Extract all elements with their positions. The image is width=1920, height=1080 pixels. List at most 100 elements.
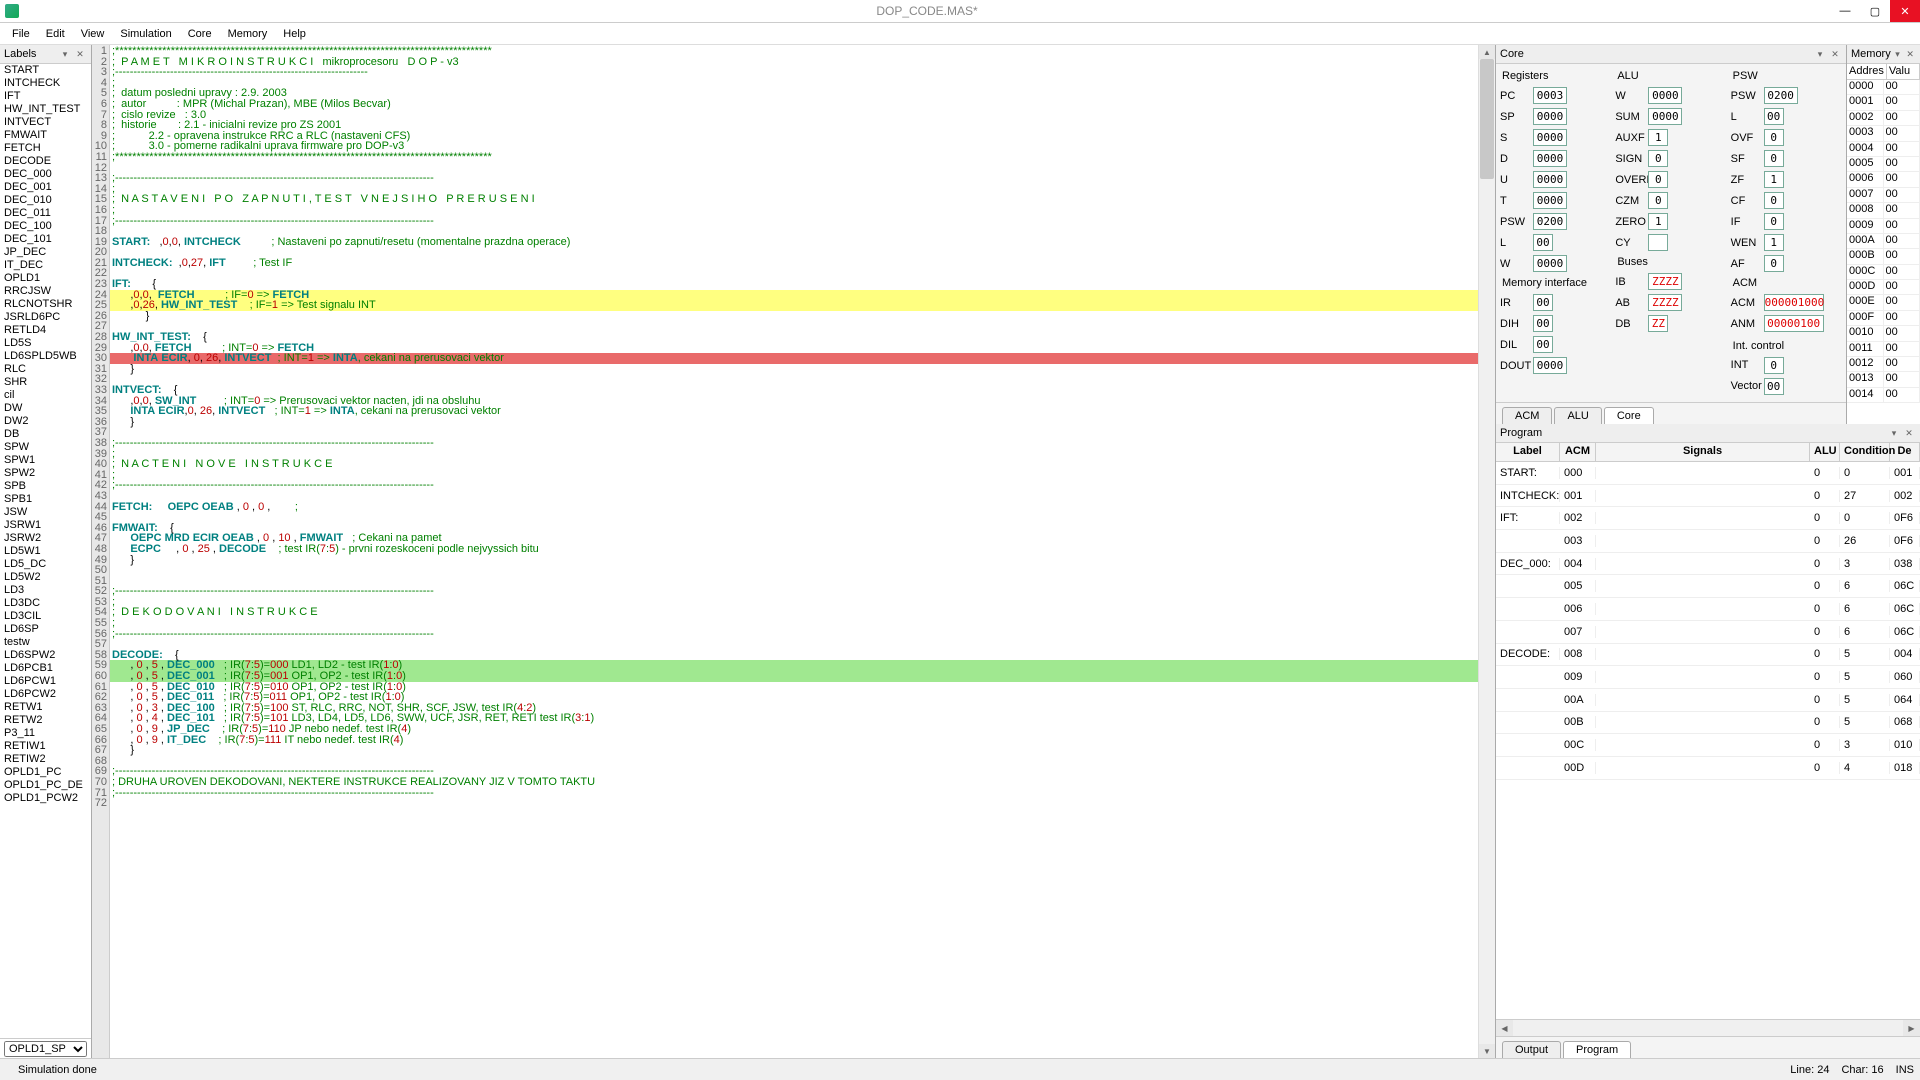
label-item[interactable]: OPLD1 [0, 272, 91, 285]
program-row[interactable]: DEC_000:00403038 [1496, 553, 1920, 576]
prog-tab-output[interactable]: Output [1502, 1041, 1561, 1058]
label-item[interactable]: FMWAIT [0, 129, 91, 142]
prog-close-icon[interactable]: ✕ [1902, 426, 1916, 440]
reg-value[interactable]: 0000 [1533, 150, 1567, 167]
memory-row[interactable]: 000E00 [1847, 295, 1920, 310]
code-line[interactable]: } [110, 364, 1478, 375]
label-item[interactable]: OPLD1_PC [0, 766, 91, 779]
label-item[interactable]: LD3 [0, 584, 91, 597]
program-row[interactable]: 00C03010 [1496, 734, 1920, 757]
code-line[interactable] [110, 798, 1478, 809]
reg-value[interactable]: 00 [1533, 336, 1553, 353]
label-item[interactable]: START [0, 64, 91, 77]
reg-value[interactable]: 00 [1533, 294, 1553, 311]
code-line[interactable]: } [110, 311, 1478, 322]
col-acm[interactable]: ACM [1560, 443, 1596, 461]
reg-value[interactable]: 00000100 [1764, 315, 1824, 332]
label-item[interactable]: DW [0, 402, 91, 415]
memory-row[interactable]: 001100 [1847, 342, 1920, 357]
reg-value[interactable]: 0000 [1533, 171, 1567, 188]
memory-row[interactable]: 000400 [1847, 142, 1920, 157]
program-row[interactable]: 0060606C [1496, 598, 1920, 621]
reg-value[interactable]: ZZZZ [1648, 294, 1682, 311]
memory-row[interactable]: 000200 [1847, 111, 1920, 126]
reg-value[interactable]: 0000 [1533, 129, 1567, 146]
core-tab-core[interactable]: Core [1604, 407, 1654, 424]
reg-value[interactable]: 0200 [1533, 213, 1567, 230]
label-item[interactable]: DEC_100 [0, 220, 91, 233]
reg-value[interactable]: 0 [1648, 192, 1668, 209]
code-line[interactable] [110, 374, 1478, 385]
code-line[interactable]: } [110, 555, 1478, 566]
program-row[interactable]: 00B05068 [1496, 712, 1920, 735]
memory-row[interactable]: 000800 [1847, 203, 1920, 218]
code-line[interactable] [110, 247, 1478, 258]
program-row[interactable]: 0050606C [1496, 575, 1920, 598]
scroll-thumb[interactable] [1480, 59, 1494, 179]
label-item[interactable]: FETCH [0, 142, 91, 155]
label-item[interactable]: RLC [0, 363, 91, 376]
label-item[interactable]: testw [0, 636, 91, 649]
label-item[interactable]: LD6SPLD5WB [0, 350, 91, 363]
scroll-right-icon[interactable]: ▶ [1903, 1020, 1920, 1036]
code-line[interactable]: ;---------------------------------------… [110, 480, 1478, 491]
label-item[interactable]: SPB1 [0, 493, 91, 506]
label-item[interactable]: INTCHECK [0, 77, 91, 90]
core-tab-acm[interactable]: ACM [1502, 407, 1552, 424]
program-table[interactable]: START:00000001INTCHECK:001027002IFT:0020… [1496, 462, 1920, 1019]
minimize-button[interactable]: — [1830, 0, 1860, 22]
label-item[interactable]: RETIW2 [0, 753, 91, 766]
program-row[interactable]: 00D04018 [1496, 757, 1920, 780]
editor-scrollbar[interactable]: ▲ ▼ [1478, 45, 1495, 1058]
label-item[interactable]: LD5S [0, 337, 91, 350]
reg-value[interactable]: 00 [1764, 378, 1784, 395]
label-item[interactable]: JP_DEC [0, 246, 91, 259]
label-item[interactable]: LD3CIL [0, 610, 91, 623]
label-item[interactable]: DEC_011 [0, 207, 91, 220]
label-item[interactable]: LD6SPW2 [0, 649, 91, 662]
mem-close-icon[interactable]: ✕ [1904, 47, 1916, 61]
label-item[interactable]: P3_11 [0, 727, 91, 740]
code-line[interactable]: INTA ECIR, 0, 26, INTVECT ; INT=1 => INT… [110, 353, 1478, 364]
code-line[interactable]: START: ,0,0, INTCHECK ; Nastaveni po zap… [110, 237, 1478, 248]
reg-value[interactable]: 000001000 [1764, 294, 1824, 311]
program-row[interactable]: 00A05064 [1496, 689, 1920, 712]
label-item[interactable]: JSRLD6PC [0, 311, 91, 324]
col-cond[interactable]: Condition [1840, 443, 1890, 461]
mem-col-addr[interactable]: Addres [1847, 64, 1887, 79]
col-de[interactable]: De [1890, 443, 1920, 461]
label-item[interactable]: RLCNOTSHR [0, 298, 91, 311]
reg-value[interactable]: 00 [1764, 108, 1784, 125]
label-item[interactable]: DEC_101 [0, 233, 91, 246]
reg-value[interactable]: 0000 [1533, 108, 1567, 125]
reg-value[interactable]: 0000 [1648, 108, 1682, 125]
reg-value[interactable]: 0 [1764, 213, 1784, 230]
code-line[interactable] [110, 321, 1478, 332]
label-item[interactable]: DB [0, 428, 91, 441]
code-line[interactable]: ;---------------------------------------… [110, 173, 1478, 184]
reg-value[interactable]: 0 [1648, 150, 1668, 167]
label-item[interactable]: SPW1 [0, 454, 91, 467]
code-line[interactable]: ;---------------------------------------… [110, 438, 1478, 449]
label-item[interactable]: RETIW1 [0, 740, 91, 753]
label-item[interactable]: LD5_DC [0, 558, 91, 571]
code-line[interactable] [110, 565, 1478, 576]
program-row[interactable]: START:00000001 [1496, 462, 1920, 485]
label-item[interactable]: cil [0, 389, 91, 402]
menu-simulation[interactable]: Simulation [112, 26, 179, 42]
code-line[interactable]: IFT: { [110, 279, 1478, 290]
code-line[interactable]: ;---------------------------------------… [110, 586, 1478, 597]
code-editor[interactable]: 1234567891011121314151617181920212223242… [92, 45, 1495, 1058]
close-button[interactable]: ✕ [1890, 0, 1920, 22]
program-row[interactable]: DECODE:00805004 [1496, 644, 1920, 667]
reg-value[interactable]: 1 [1764, 234, 1784, 251]
memory-row[interactable]: 000700 [1847, 188, 1920, 203]
code-line[interactable]: INTCHECK: ,0,27, IFT ; Test IF [110, 258, 1478, 269]
code-line[interactable]: , 0 , 9 , IT_DEC ; IR(7:5)=111 IT nebo n… [110, 735, 1478, 746]
code-line[interactable]: ; autor : MPR (Michal Prazan), MBE (Milo… [110, 99, 1478, 110]
memory-row[interactable]: 000900 [1847, 219, 1920, 234]
reg-value[interactable]: ZZ [1648, 315, 1668, 332]
reg-value[interactable]: 00 [1533, 234, 1553, 251]
label-item[interactable]: OPLD1_PC_DE [0, 779, 91, 792]
memory-row[interactable]: 000600 [1847, 172, 1920, 187]
